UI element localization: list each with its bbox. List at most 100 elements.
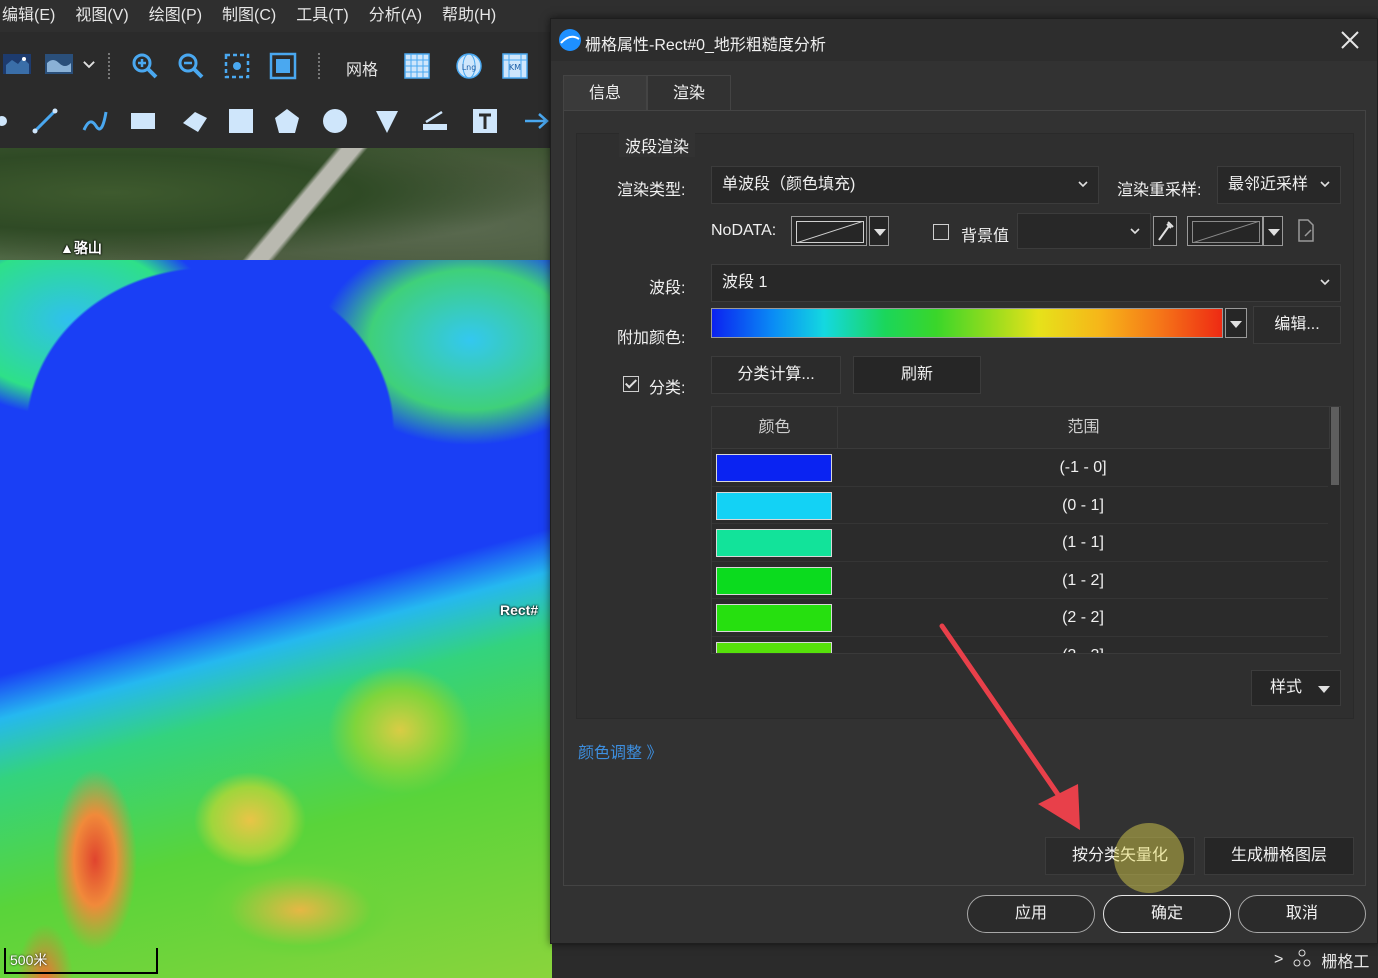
document-icon[interactable] — [1295, 218, 1317, 244]
square-tool-icon[interactable] — [224, 104, 258, 138]
zoom-out-icon[interactable] — [174, 49, 208, 83]
text-tool-icon[interactable] — [468, 104, 502, 138]
class-range: (-1 - 0] — [1059, 459, 1107, 476]
place-label: ▲骆山 — [60, 240, 102, 256]
header-color: 颜色 — [712, 407, 838, 449]
freehand-tool-icon[interactable] — [78, 104, 112, 138]
nodata-color-dropdown[interactable] — [869, 216, 889, 246]
marker-tool-icon[interactable] — [370, 104, 404, 138]
dialog-title: 栅格属性-Rect#0_地形粗糙度分析 — [585, 37, 826, 54]
color-ramp-dropdown[interactable] — [1225, 308, 1247, 338]
class-range: (2 - 3] — [838, 637, 1328, 654]
classify-label: 分类: — [649, 380, 686, 397]
table-scrollbar[interactable] — [1330, 407, 1340, 653]
classify-checkbox[interactable] — [623, 376, 639, 392]
table-row[interactable]: (2 - 2] — [712, 599, 1328, 637]
rectangle-tool-icon[interactable] — [126, 104, 160, 138]
chevron-down-icon — [1078, 181, 1088, 188]
draw-toolbar — [0, 94, 560, 148]
chevron-down-icon[interactable] — [78, 47, 100, 81]
ok-button[interactable]: 确定 — [1103, 895, 1231, 933]
style-dropdown-button[interactable]: 样式 — [1251, 670, 1341, 706]
scrollbar-thumb[interactable] — [1331, 407, 1339, 485]
full-extent-icon[interactable] — [266, 49, 300, 83]
zoom-extent-icon[interactable] — [220, 49, 254, 83]
class-color-swatch[interactable] — [716, 641, 832, 653]
zoom-in-icon[interactable] — [128, 49, 162, 83]
group-title: 波段渲染 — [619, 133, 696, 157]
table-row[interactable]: (1 - 2] — [712, 562, 1328, 599]
background-color-dropdown[interactable] — [1263, 216, 1283, 246]
arrow-tool-icon[interactable] — [520, 104, 554, 138]
dialog-titlebar[interactable]: 栅格属性-Rect#0_地形粗糙度分析 — [551, 19, 1377, 61]
table-row[interactable]: (-1 - 0] — [712, 449, 1328, 487]
grid-label[interactable]: 网格 — [346, 56, 378, 80]
menu-tools[interactable]: 工具(T) — [286, 0, 358, 32]
menu-view[interactable]: 视图(V) — [65, 0, 138, 32]
background-value-select[interactable] — [1017, 213, 1151, 249]
background-color-swatch[interactable] — [1187, 216, 1263, 246]
class-color-swatch[interactable] — [716, 529, 832, 557]
pentagon-tool-icon[interactable] — [270, 104, 304, 138]
class-range: (1 - 2] — [1062, 571, 1104, 589]
apply-button[interactable]: 应用 — [967, 895, 1095, 933]
map-toolbar: 网格 Lng KM — [0, 34, 560, 94]
edit-ramp-button[interactable]: 编辑... — [1253, 306, 1341, 344]
measure-tool-icon[interactable] — [418, 104, 452, 138]
table-row[interactable]: (2 - 3] — [712, 637, 1328, 654]
tab-info[interactable]: 信息 — [563, 75, 647, 111]
menu-cartography[interactable]: 制图(C) — [212, 0, 286, 32]
lnglat-grid-icon[interactable]: Lng — [452, 49, 486, 83]
class-color-swatch[interactable] — [716, 566, 832, 595]
resample-value: 最邻近采样 — [1228, 176, 1309, 193]
menu-edit[interactable]: 编辑(E) — [0, 0, 65, 32]
click-highlight — [1114, 823, 1184, 893]
map-canvas[interactable]: ▲骆山 Rect# — [0, 148, 552, 978]
class-color-swatch[interactable] — [716, 454, 832, 482]
class-table: 颜色 范围 (-1 - 0] (0 - 1] (1 - 1] (1 - 2] (… — [711, 406, 1341, 654]
circle-tool-icon[interactable] — [318, 104, 352, 138]
raster-tool-label: 栅格工 — [1321, 954, 1370, 971]
refresh-button[interactable]: 刷新 — [853, 356, 981, 394]
class-color-swatch[interactable] — [716, 604, 832, 632]
polyline-area-tool-icon[interactable] — [178, 104, 212, 138]
point-tool-icon[interactable] — [0, 104, 24, 138]
class-color-swatch[interactable] — [716, 491, 832, 520]
class-range: (0 - 1] — [1062, 496, 1104, 514]
raster-properties-dialog: 栅格属性-Rect#0_地形粗糙度分析 信息 渲染 波段渲染 渲染类型: 单波段… — [550, 18, 1378, 944]
render-type-label: 渲染类型: — [617, 182, 686, 199]
table-row[interactable]: (0 - 1] — [712, 487, 1328, 524]
imagery-icon[interactable] — [42, 47, 76, 81]
tab-render[interactable]: 渲染 — [647, 75, 731, 111]
line-tool-icon[interactable] — [28, 104, 62, 138]
raster-tool-panel-tab[interactable]: > 栅格工 — [1268, 942, 1378, 978]
band-label: 波段: — [649, 280, 686, 297]
basemap-icon[interactable] — [0, 47, 34, 81]
grid-icon[interactable] — [400, 49, 434, 83]
table-row[interactable]: (1 - 1] — [712, 524, 1328, 562]
color-ramp[interactable] — [711, 308, 1223, 338]
classify-calc-button[interactable]: 分类计算... — [711, 356, 841, 394]
render-tab-panel: 波段渲染 渲染类型: 单波段（颜色填充) 渲染重采样: 最邻近采样 NoDATA… — [563, 110, 1366, 886]
render-type-select[interactable]: 单波段（颜色填充) — [711, 166, 1099, 204]
chevron-right-icon[interactable]: > — [1274, 951, 1283, 969]
menu-draw[interactable]: 绘图(P) — [139, 0, 212, 32]
band-select[interactable]: 波段 1 — [711, 264, 1341, 302]
resample-select[interactable]: 最邻近采样 — [1217, 166, 1341, 204]
chevron-down-icon — [1320, 279, 1330, 286]
close-icon[interactable] — [1335, 25, 1365, 55]
class-range: (2 - 2] — [1062, 609, 1104, 626]
chevron-down-icon — [1130, 228, 1140, 235]
nodata-color-swatch[interactable] — [791, 216, 867, 246]
cancel-button[interactable]: 取消 — [1238, 895, 1366, 933]
eyedropper-icon[interactable] — [1153, 216, 1177, 246]
resample-label: 渲染重采样: — [1117, 182, 1202, 199]
extra-color-label: 附加颜色: — [617, 330, 686, 347]
background-checkbox[interactable] — [933, 224, 949, 240]
km-grid-icon[interactable]: KM — [498, 49, 532, 83]
menu-help[interactable]: 帮助(H) — [432, 0, 506, 32]
generate-raster-layer-button[interactable]: 生成栅格图层 — [1204, 837, 1354, 875]
color-adjust-link[interactable]: 颜色调整 》 — [578, 739, 662, 763]
menu-analysis[interactable]: 分析(A) — [359, 0, 432, 32]
svg-text:KM: KM — [509, 63, 521, 72]
